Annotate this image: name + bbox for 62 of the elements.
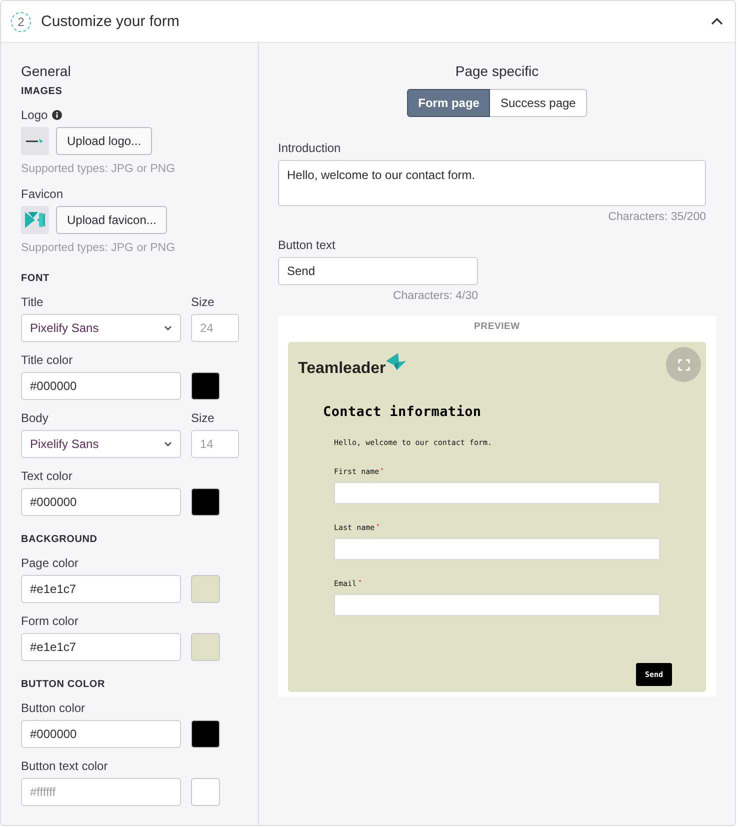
field-label: Form color	[21, 614, 80, 628]
color-swatch[interactable]	[191, 575, 220, 603]
color-field[interactable]: #000000	[21, 372, 181, 400]
group-heading: IMAGES	[21, 86, 64, 98]
field-label: Button color	[21, 701, 86, 715]
brand-name: Teamleader	[298, 360, 386, 378]
color-field[interactable]: #e1e1c7	[21, 575, 181, 603]
text-field[interactable]	[334, 482, 660, 504]
hint-text: Supported types: JPG or PNG	[21, 162, 176, 176]
font-select[interactable]: Pixelify Sans	[21, 314, 181, 342]
form-title: Contact information	[323, 403, 482, 421]
color-field[interactable]: #000000	[21, 488, 181, 516]
text-field[interactable]	[334, 538, 660, 560]
color-swatch[interactable]	[191, 720, 220, 748]
group-heading: FONT	[21, 273, 50, 285]
chevron-down-icon	[164, 325, 172, 331]
field-label: Page color	[21, 556, 80, 570]
tab[interactable]: Form page	[407, 89, 490, 117]
expand-button[interactable]	[666, 347, 701, 382]
info-icon[interactable]	[52, 110, 62, 120]
color-field[interactable]: #e1e1c7	[21, 633, 181, 661]
color-swatch[interactable]	[191, 633, 220, 661]
character-counter: Characters: 35/200	[608, 211, 706, 223]
upload-favicon-button[interactable]: Upload favicon...	[56, 206, 168, 234]
fullscreen-icon	[678, 358, 690, 370]
upload-logo-button[interactable]: Upload logo...	[56, 127, 152, 155]
field-label: Size	[191, 295, 216, 309]
color-field[interactable]: #000000	[21, 720, 181, 748]
favicon-thumbnail-icon	[25, 210, 45, 230]
chevron-down-icon	[164, 441, 172, 447]
field-label: Size	[191, 411, 216, 425]
field-label: Text color	[21, 469, 74, 483]
character-counter: Characters: 4/30	[392, 290, 478, 302]
select-value: Pixelify Sans	[30, 437, 99, 451]
field-label: Introduction	[278, 141, 342, 155]
field-label: Title color	[21, 353, 74, 367]
field-label: Logo	[21, 108, 48, 122]
panel-heading: Page specific	[454, 63, 540, 79]
color-swatch[interactable]	[191, 488, 220, 516]
step-badge: 2	[11, 12, 31, 32]
brand-logo-icon	[386, 353, 406, 370]
field-label: Button text color	[21, 759, 109, 773]
panel-heading: General	[21, 63, 72, 79]
section-title: Customize your form	[41, 13, 180, 30]
logo-thumbnail-icon	[26, 138, 44, 144]
text-field[interactable]	[334, 594, 660, 616]
field-label: Favicon	[21, 187, 64, 201]
preview-label: PREVIEW	[473, 320, 521, 334]
hint-text: Supported types: JPG or PNG	[21, 241, 176, 255]
field-label: Title	[21, 295, 44, 309]
font-select[interactable]: Pixelify Sans	[21, 430, 181, 458]
group-heading: BUTTON COLOR	[21, 679, 106, 691]
tab[interactable]: Success page	[490, 89, 587, 117]
collapse-icon[interactable]	[711, 18, 723, 25]
group-heading: BACKGROUND	[21, 534, 98, 546]
color-swatch[interactable]	[191, 778, 220, 806]
color-swatch[interactable]	[191, 372, 220, 400]
field-label: Button text	[278, 238, 336, 252]
field-label: Body	[21, 411, 50, 425]
introduction-field[interactable]: Hello, welcome to our contact form.	[278, 160, 706, 206]
button-text-field[interactable]: Send	[278, 257, 478, 285]
select-value: Pixelify Sans	[30, 321, 99, 335]
